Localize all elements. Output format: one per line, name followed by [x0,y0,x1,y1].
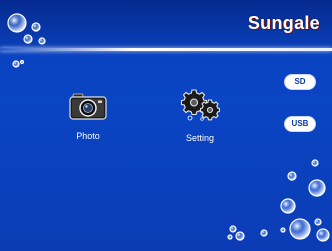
brand-logo: Sungale [247,13,320,33]
menu-item-photo[interactable]: Photo [62,92,114,141]
bubble [311,159,319,167]
bubble [227,234,233,240]
bubble [308,179,326,197]
menu-item-label: Photo [76,131,100,141]
gears-icon [180,89,221,121]
camera-icon [69,93,107,120]
bubble [12,60,20,68]
bubble [287,171,297,181]
bubble [280,227,286,233]
usb-button[interactable]: USB [284,116,316,132]
bubble [235,231,245,241]
header-divider [0,48,332,51]
bubble [260,229,268,237]
sd-card-button[interactable]: SD [284,74,316,90]
bubble [289,218,311,240]
bubble [19,59,25,65]
bubble [314,218,322,226]
bubble [229,225,237,233]
menu-item-setting[interactable]: Setting [173,88,227,143]
home-screen: Sungale Photo Setting SD USB [0,0,332,251]
bubble [280,198,296,214]
menu-item-label: Setting [185,133,215,143]
bubble [316,228,330,242]
